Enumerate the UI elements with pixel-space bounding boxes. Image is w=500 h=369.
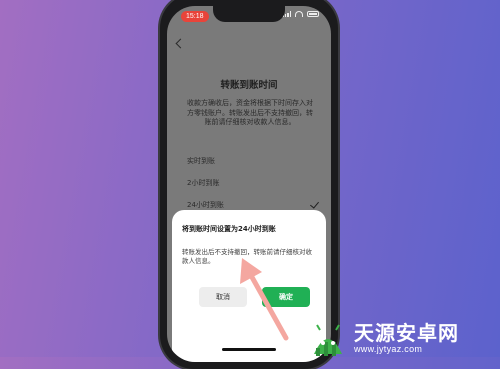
cancel-button[interactable]: 取消	[199, 287, 247, 307]
dialog-title: 将到账时间设置为24小时到账	[182, 225, 276, 233]
phone-frame: 15:18 转账到账时间 收款方确收后，资金将根据下时间存入对方零钱账户。转账发…	[160, 0, 338, 369]
status-icons	[282, 11, 319, 17]
home-indicator	[222, 348, 276, 351]
dialog-body: 转账发出后不支持撤回，转账前请仔细核对收款人信息。	[182, 248, 312, 265]
android-logo-icon	[314, 324, 342, 356]
phone-screen: 15:18 转账到账时间 收款方确收后，资金将根据下时间存入对方零钱账户。转账发…	[167, 6, 331, 362]
battery-icon	[307, 11, 319, 17]
page-description: 收款方确收后，资金将根据下时间存入对方零钱账户。转账发出后不支持撤回，转账前请仔…	[187, 99, 313, 126]
chevron-left-icon[interactable]	[175, 38, 186, 49]
brand-name: 天源安卓网	[354, 321, 459, 345]
page-title: 转账到账时间	[220, 80, 278, 91]
status-time: 15:18	[181, 11, 209, 22]
wifi-icon	[295, 11, 303, 17]
confirm-dialog: 将到账时间设置为24小时到账 转账发出后不支持撤回，转账前请仔细核对收款人信息。…	[172, 210, 326, 362]
brand-url: www.jytyaz.com	[354, 344, 423, 354]
watermark-logo: 天源安卓网 www.jytyaz.com	[306, 318, 459, 358]
option-24-hours[interactable]: 24小时到账	[187, 200, 313, 210]
confirm-button[interactable]: 确定	[262, 287, 310, 307]
option-2-hours[interactable]: 2小时到账	[187, 178, 313, 188]
option-realtime[interactable]: 实时到账	[187, 156, 313, 166]
notch	[213, 6, 285, 22]
